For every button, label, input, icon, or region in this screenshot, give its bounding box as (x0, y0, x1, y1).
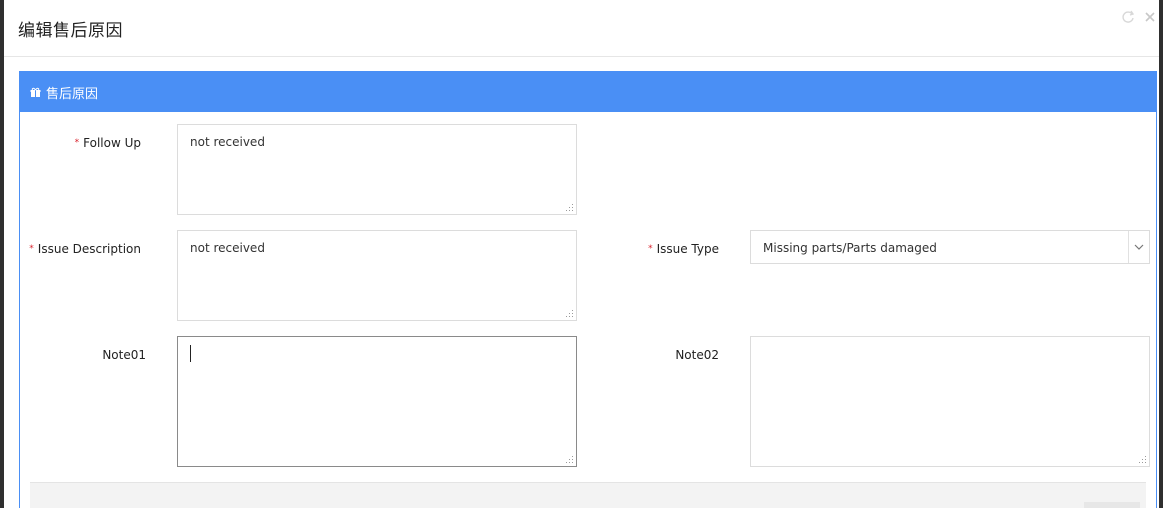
issue-type-selected: Missing parts/Parts damaged (763, 241, 937, 255)
issue-description-label: * Issue Description (29, 242, 141, 256)
close-icon[interactable] (1143, 10, 1157, 24)
note01-textarea[interactable] (177, 336, 577, 467)
modal-header: 编辑售后原因 (4, 0, 1159, 57)
note02-textarea[interactable] (750, 336, 1150, 467)
note01-label: Note01 (102, 348, 146, 362)
panel-header: 售后原因 (20, 72, 1156, 112)
required-star: * (74, 138, 80, 148)
resize-grip-icon[interactable] (566, 204, 574, 212)
required-star: * (648, 244, 653, 254)
footer-button[interactable] (1084, 502, 1140, 508)
follow-up-textarea[interactable]: not received (177, 124, 577, 215)
follow-up-label-text: Follow Up (83, 136, 141, 150)
edit-after-sale-reason-modal: 编辑售后原因 售后原因 * Follow Up not received * I… (4, 0, 1159, 508)
issue-type-label: * Issue Type (648, 242, 719, 256)
issue-description-value: not received (190, 241, 265, 255)
gift-icon (30, 87, 41, 98)
resize-grip-icon[interactable] (1139, 456, 1147, 464)
issue-type-label-text: Issue Type (656, 242, 719, 256)
issue-description-label-text: Issue Description (37, 242, 141, 256)
follow-up-value: not received (190, 135, 265, 149)
modal-header-icons (1121, 10, 1157, 24)
follow-up-label: * Follow Up (75, 136, 141, 150)
backdrop-edge (1159, 0, 1163, 508)
form-footer-bar (30, 482, 1146, 508)
resize-grip-icon[interactable] (566, 310, 574, 318)
resize-grip-icon[interactable] (566, 456, 574, 464)
modal-title: 编辑售后原因 (18, 21, 123, 41)
issue-type-select[interactable]: Missing parts/Parts damaged (750, 230, 1150, 264)
issue-description-textarea[interactable]: not received (177, 230, 577, 321)
after-sale-reason-panel: 售后原因 * Follow Up not received * Issue Desc… (19, 71, 1157, 508)
refresh-icon[interactable] (1121, 10, 1135, 24)
required-star: * (29, 244, 34, 254)
text-cursor (190, 345, 191, 362)
panel-title: 售后原因 (46, 86, 99, 102)
chevron-down-icon[interactable] (1128, 231, 1149, 263)
note02-label: Note02 (675, 348, 719, 362)
